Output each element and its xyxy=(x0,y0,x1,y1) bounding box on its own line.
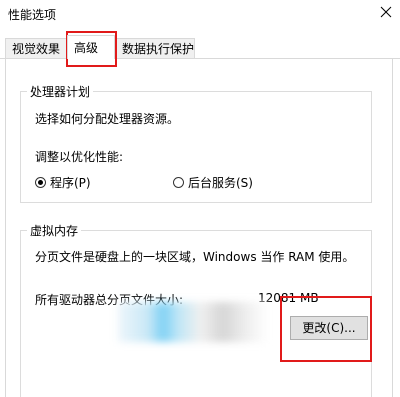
tab-advanced[interactable]: 高级 xyxy=(67,35,115,59)
tab-dep[interactable]: 数据执行保护 xyxy=(115,38,195,58)
radio-circle xyxy=(35,177,46,188)
close-icon xyxy=(380,6,392,18)
virtual-memory-legend: 虚拟内存 xyxy=(27,222,82,239)
change-button[interactable]: 更改(C)... xyxy=(290,316,368,340)
adjust-label: 调整以优化性能: xyxy=(35,150,124,164)
processor-description: 选择如何分配处理器资源。 xyxy=(35,112,180,126)
radio-background-label: 后台服务(S) xyxy=(188,176,253,190)
radio-circle xyxy=(173,177,184,188)
radio-programs[interactable]: 程序(P) xyxy=(35,174,91,191)
processor-legend: 处理器计划 xyxy=(27,83,94,100)
blurred-area xyxy=(118,302,268,342)
tab-visual-effects[interactable]: 视觉效果 xyxy=(5,38,67,58)
virtual-memory-description: 分页文件是硬盘上的一块区域，Windows 当作 RAM 使用。 xyxy=(35,250,355,264)
close-button[interactable] xyxy=(377,3,395,21)
radio-dot xyxy=(38,180,43,185)
radio-background-services[interactable]: 后台服务(S) xyxy=(173,174,253,191)
radio-programs-label: 程序(P) xyxy=(50,176,91,190)
window-title: 性能选项 xyxy=(8,8,57,22)
